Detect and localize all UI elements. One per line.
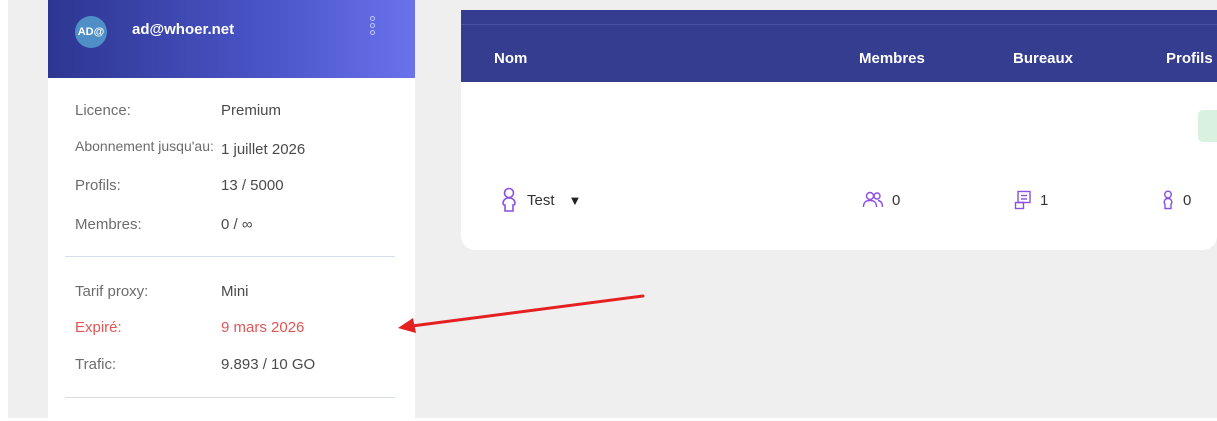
profile-icon: [1161, 190, 1175, 210]
license-value: Premium: [221, 102, 281, 119]
members-icon: [862, 191, 884, 209]
row-name-cell[interactable]: Test ▼: [499, 188, 581, 212]
expand-caret-icon[interactable]: ▼: [569, 193, 582, 208]
more-options-icon[interactable]: [369, 16, 377, 44]
subscription-value: 1 juillet 2026: [221, 141, 305, 158]
account-header: AD@ ad@whoer.net: [48, 0, 415, 78]
column-header-offices[interactable]: Bureaux: [1013, 50, 1073, 67]
row-profiles-cell: 0: [1161, 188, 1191, 212]
proxy-tariff-value: Mini: [221, 283, 249, 300]
section-divider: [65, 256, 395, 257]
table-header: Nom Membres Bureaux Profils: [461, 10, 1217, 82]
avatar[interactable]: AD@: [75, 16, 107, 48]
column-header-name[interactable]: Nom: [494, 50, 527, 67]
proxy-expired-value: 9 mars 2026: [221, 319, 304, 336]
account-email: ad@whoer.net: [132, 21, 234, 38]
team-table: Nom Membres Bureaux Profils Test ▼ 0 1: [461, 10, 1217, 250]
user-icon: [499, 187, 519, 213]
office-icon: [1014, 190, 1032, 210]
row-offices-count: 1: [1040, 192, 1048, 209]
column-header-members[interactable]: Membres: [859, 50, 925, 67]
profiles-value: 13 / 5000: [221, 177, 284, 194]
traffic-label: Trafic:: [75, 356, 116, 373]
row-profiles-count: 0: [1183, 192, 1191, 209]
column-header-profiles[interactable]: Profils: [1166, 50, 1213, 67]
members-label: Membres:: [75, 216, 142, 233]
subscription-label: Abonnement jusqu'au:: [75, 141, 215, 152]
section-divider: [65, 397, 395, 398]
account-card: AD@ ad@whoer.net Licence: Premium Abonne…: [48, 0, 415, 421]
status-chip[interactable]: [1198, 110, 1217, 142]
header-divider: [461, 24, 1217, 25]
proxy-expired-label: Expiré:: [75, 319, 122, 336]
license-label: Licence:: [75, 102, 131, 119]
row-members-count: 0: [892, 192, 900, 209]
traffic-value: 9.893 / 10 GO: [221, 356, 315, 373]
profiles-label: Profils:: [75, 177, 121, 194]
row-name[interactable]: Test: [527, 192, 555, 209]
proxy-tariff-label: Tarif proxy:: [75, 283, 148, 300]
row-offices-cell: 1: [1014, 188, 1048, 212]
row-members-cell: 0: [862, 188, 900, 212]
members-value: 0 / ∞: [221, 216, 253, 233]
